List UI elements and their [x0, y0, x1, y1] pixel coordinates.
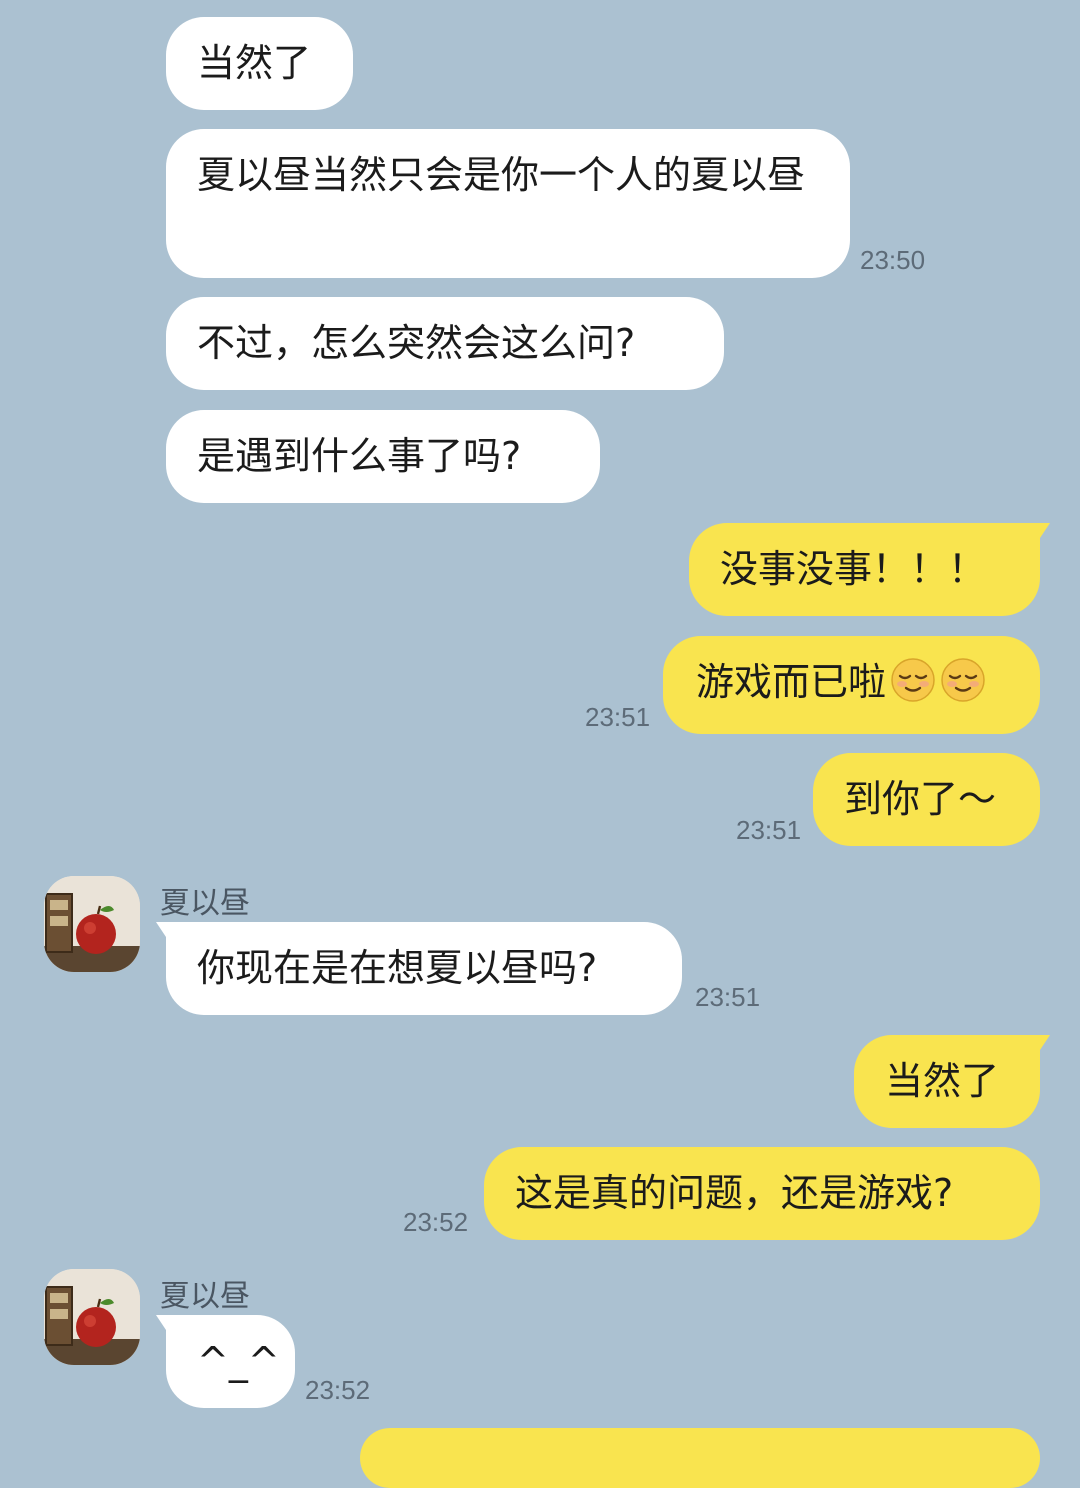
outgoing-message[interactable]: 这是真的问题，还是游戏? [484, 1147, 1040, 1240]
outgoing-message[interactable]: 没事没事！！！ [689, 523, 1050, 616]
message-time: 23:51 [736, 815, 802, 845]
outgoing-message[interactable]: 到你了～ [813, 753, 1040, 846]
message-time: 23:51 [695, 982, 761, 1012]
contact-avatar[interactable] [44, 1269, 140, 1365]
apple-photo-icon [44, 1269, 140, 1365]
outgoing-message[interactable]: 游戏而已啦 [663, 636, 1040, 734]
incoming-message[interactable]: 你现在是在想夏以昼吗? [156, 922, 682, 1015]
message-time: 23:51 [585, 702, 651, 732]
apple-photo-icon [44, 876, 140, 972]
sender-name: 夏以昼 [160, 886, 250, 921]
incoming-message[interactable]: 是遇到什么事了吗? [166, 410, 600, 503]
incoming-message[interactable]: ^_^ [156, 1315, 295, 1408]
message-time: 23:52 [305, 1375, 371, 1405]
incoming-message[interactable]: 当然了 [166, 17, 353, 110]
message-text: 游戏而已啦 [696, 660, 887, 704]
message-time: 23:50 [860, 245, 926, 275]
incoming-message[interactable]: 不过，怎么突然会这么问? [166, 297, 724, 390]
sender-name: 夏以昼 [160, 1279, 250, 1314]
relieved-face-emoji [941, 658, 985, 702]
message-time: 23:52 [403, 1207, 469, 1237]
outgoing-message[interactable]: 当然了 [854, 1035, 1050, 1128]
relieved-face-emoji [891, 658, 935, 702]
contact-avatar[interactable] [44, 876, 140, 972]
incoming-message[interactable]: 夏以昼当然只会是你一个人的夏以昼 [166, 129, 850, 278]
outgoing-message-partial[interactable] [360, 1428, 1040, 1488]
